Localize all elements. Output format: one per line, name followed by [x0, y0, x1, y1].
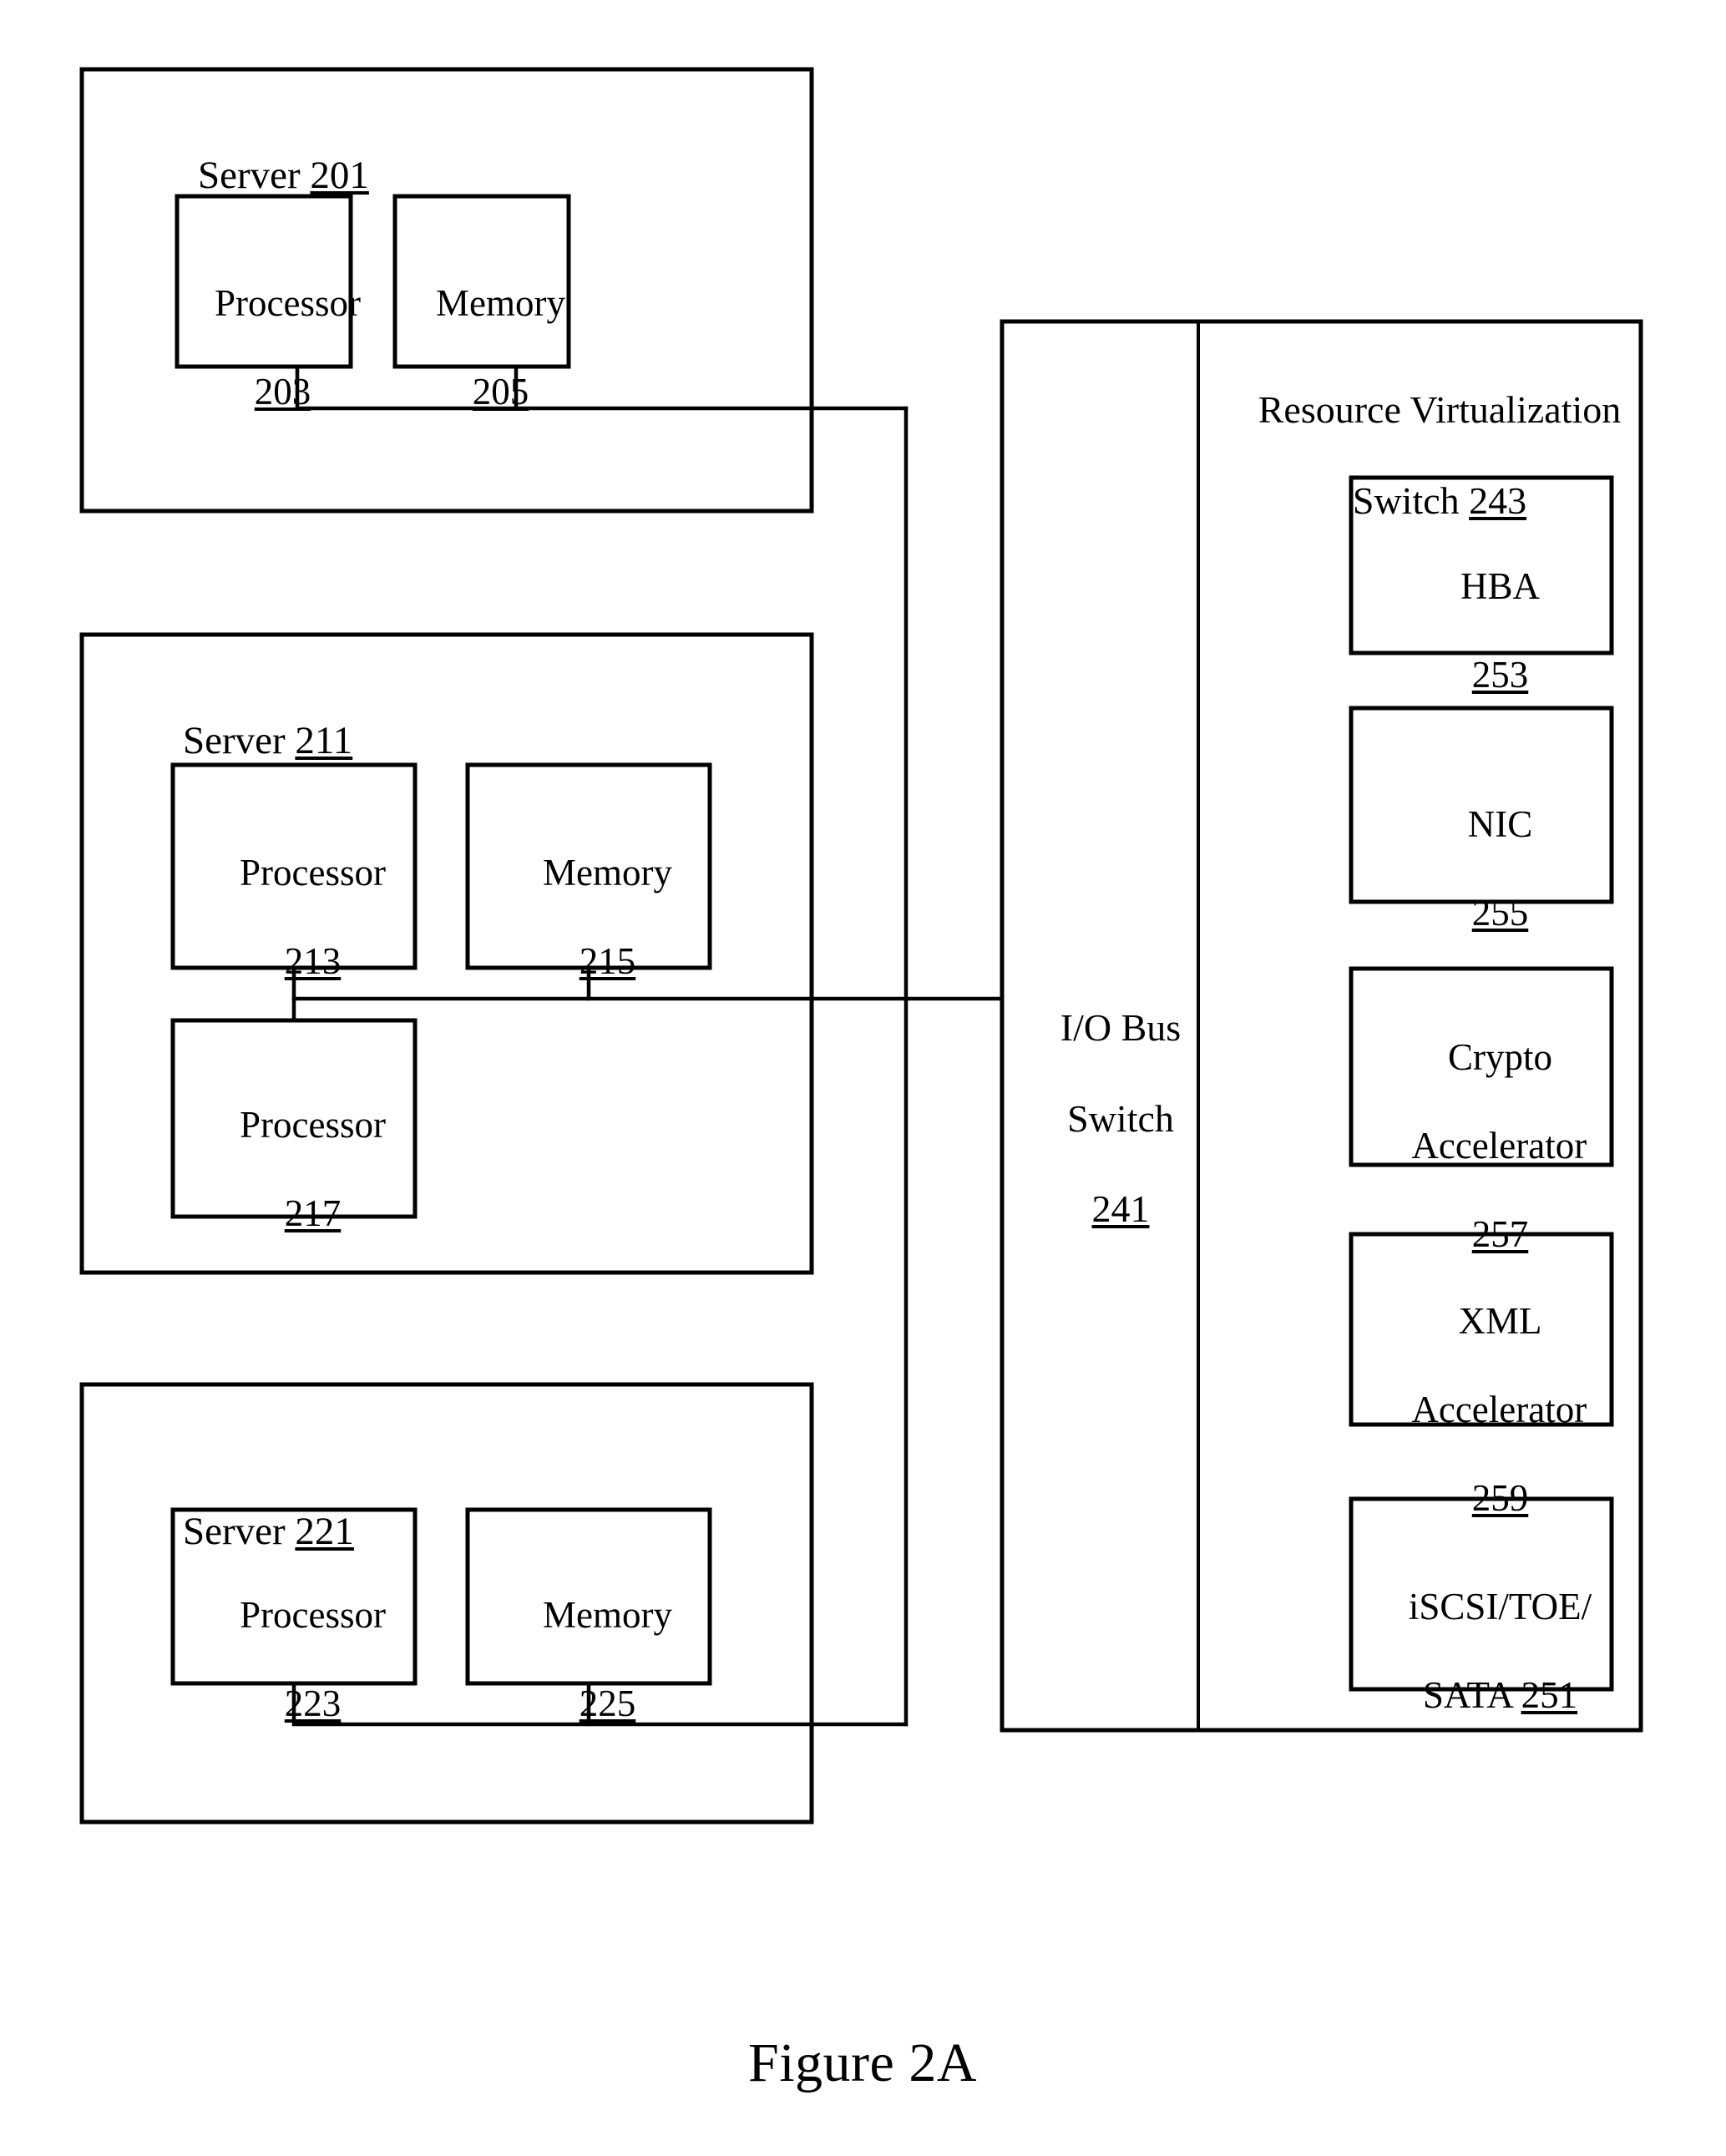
server-201-title: Server 201 [159, 107, 509, 245]
xml-accelerator-259-ref: 259 [1471, 1477, 1529, 1520]
xml-accelerator-259-line2: Accelerator [1411, 1389, 1587, 1431]
crypto-accelerator-257-line1: Crypto [1447, 1036, 1552, 1079]
io-bus-switch-line1: I/O Bus [1060, 1006, 1182, 1050]
nic-255-line1: NIC [1467, 803, 1533, 846]
memory-225-ref: 225 [579, 1683, 636, 1725]
processor-213-ref: 213 [284, 940, 342, 983]
server-201-title-text: Server [198, 154, 311, 198]
processor-203-ref: 203 [254, 371, 311, 413]
processor-217-name: Processor [240, 1104, 386, 1146]
memory-215-label: Memory 215 [468, 807, 710, 1028]
iscsi-toe-sata-251-line2: SATA [1422, 1674, 1521, 1717]
nic-255-ref: 255 [1471, 892, 1529, 934]
server-211-ref: 211 [295, 719, 353, 763]
memory-205-label: Memory 205 [395, 237, 569, 458]
hba-253-line1: HBA [1460, 565, 1540, 608]
memory-215-ref: 215 [579, 940, 636, 983]
io-bus-switch-ref: 241 [1091, 1187, 1150, 1231]
processor-217-ref: 217 [284, 1192, 342, 1235]
processor-213-label: Processor 213 [173, 807, 415, 1028]
io-bus-switch-label: I/O Bus Switch 241 [1006, 960, 1197, 1278]
server-201-ref: 201 [310, 154, 369, 198]
memory-205-ref: 205 [472, 371, 529, 413]
processor-203-label: Processor 203 [177, 237, 361, 458]
memory-215-name: Memory [543, 852, 672, 894]
server-211-title: Server 211 [144, 672, 494, 811]
resource-virtualization-switch-line2: Switch [1352, 478, 1470, 522]
iscsi-toe-sata-251-ref: 251 [1521, 1674, 1578, 1717]
xml-accelerator-259-label: XML Accelerator 259 [1345, 1255, 1617, 1566]
iscsi-toe-sata-251-line1: iSCSI/TOE/ [1408, 1586, 1592, 1628]
resource-virtualization-switch-line1: Resource Virtualization [1258, 388, 1622, 432]
processor-213-name: Processor [240, 852, 386, 894]
processor-203-name: Processor [215, 282, 361, 325]
memory-225-name: Memory [543, 1594, 672, 1637]
iscsi-toe-sata-251-label: iSCSI/TOE/ SATA 251 [1345, 1541, 1617, 1762]
hba-253-ref: 253 [1471, 654, 1529, 696]
io-bus-switch-line2: Switch [1067, 1096, 1174, 1140]
processor-223-label: Processor 223 [173, 1549, 415, 1770]
memory-205-name: Memory [436, 282, 565, 325]
memory-225-label: Memory 225 [468, 1549, 710, 1770]
xml-accelerator-259-line1: XML [1458, 1300, 1542, 1343]
processor-223-ref: 223 [284, 1683, 342, 1725]
resource-virtualization-switch-ref: 243 [1469, 478, 1527, 522]
crypto-accelerator-257-line2: Accelerator [1411, 1125, 1587, 1167]
crypto-accelerator-257-ref: 257 [1471, 1213, 1529, 1256]
server-211-title-text: Server [183, 719, 296, 763]
nic-255-label: NIC 255 [1351, 758, 1612, 979]
processor-223-name: Processor [240, 1594, 386, 1637]
figure-caption: Figure 2A [748, 2032, 977, 2093]
hba-253-label: HBA 253 [1351, 520, 1612, 741]
server-221-ref: 221 [295, 1510, 354, 1554]
processor-217-label: Processor 217 [173, 1059, 415, 1280]
server-221-title-text: Server [183, 1510, 296, 1554]
patent-figure-2a: Server 201 Processor 203 Memory 205 Serv… [0, 0, 1726, 2156]
